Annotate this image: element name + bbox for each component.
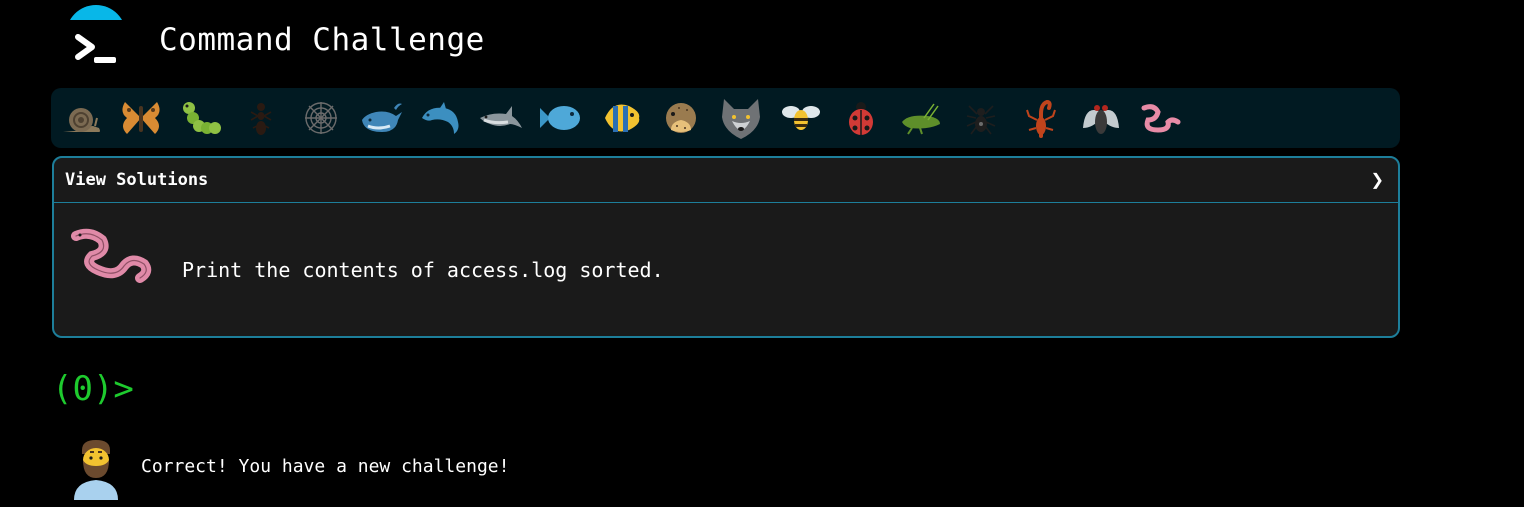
status-message: Correct! You have a new challenge! bbox=[141, 456, 510, 477]
fly-icon[interactable] bbox=[1071, 88, 1131, 148]
bearded-man-icon bbox=[68, 436, 124, 504]
page-title: Command Challenge bbox=[159, 22, 485, 58]
whale-icon[interactable] bbox=[351, 88, 411, 148]
spider-web-icon[interactable] bbox=[291, 88, 351, 148]
chevron-right-icon[interactable]: ❯ bbox=[1371, 168, 1384, 193]
challenge-panel: View Solutions ❯ Print the contents of a… bbox=[52, 156, 1400, 338]
fish-icon[interactable] bbox=[531, 88, 591, 148]
dolphin-icon[interactable] bbox=[411, 88, 471, 148]
ladybug-icon[interactable] bbox=[831, 88, 891, 148]
command-prompt[interactable]: (0)> bbox=[52, 369, 134, 409]
caterpillar-icon[interactable] bbox=[171, 88, 231, 148]
wolf-icon[interactable] bbox=[711, 88, 771, 148]
challenge-text: Print the contents of access.log sorted. bbox=[182, 258, 664, 282]
view-solutions-label[interactable]: View Solutions bbox=[65, 170, 208, 190]
terminal-prompt-icon[interactable] bbox=[62, 5, 130, 76]
shark-icon[interactable] bbox=[471, 88, 531, 148]
worm-icon bbox=[70, 226, 154, 292]
ant-icon[interactable] bbox=[231, 88, 291, 148]
app-page: Command Challenge View Solutions ❯ Print… bbox=[0, 0, 1524, 507]
view-solutions-toggle[interactable]: View Solutions ❯ bbox=[54, 158, 1398, 203]
tropical-fish-icon[interactable] bbox=[591, 88, 651, 148]
pufferfish-icon[interactable] bbox=[651, 88, 711, 148]
bee-icon[interactable] bbox=[771, 88, 831, 148]
challenge-progress-strip bbox=[51, 88, 1400, 148]
cricket-icon[interactable] bbox=[891, 88, 951, 148]
butterfly-icon[interactable] bbox=[111, 88, 171, 148]
scorpion-icon[interactable] bbox=[1011, 88, 1071, 148]
snail-icon[interactable] bbox=[51, 88, 111, 148]
spider-icon[interactable] bbox=[951, 88, 1011, 148]
worm-icon[interactable] bbox=[1131, 88, 1191, 148]
header: Command Challenge bbox=[52, 0, 752, 80]
